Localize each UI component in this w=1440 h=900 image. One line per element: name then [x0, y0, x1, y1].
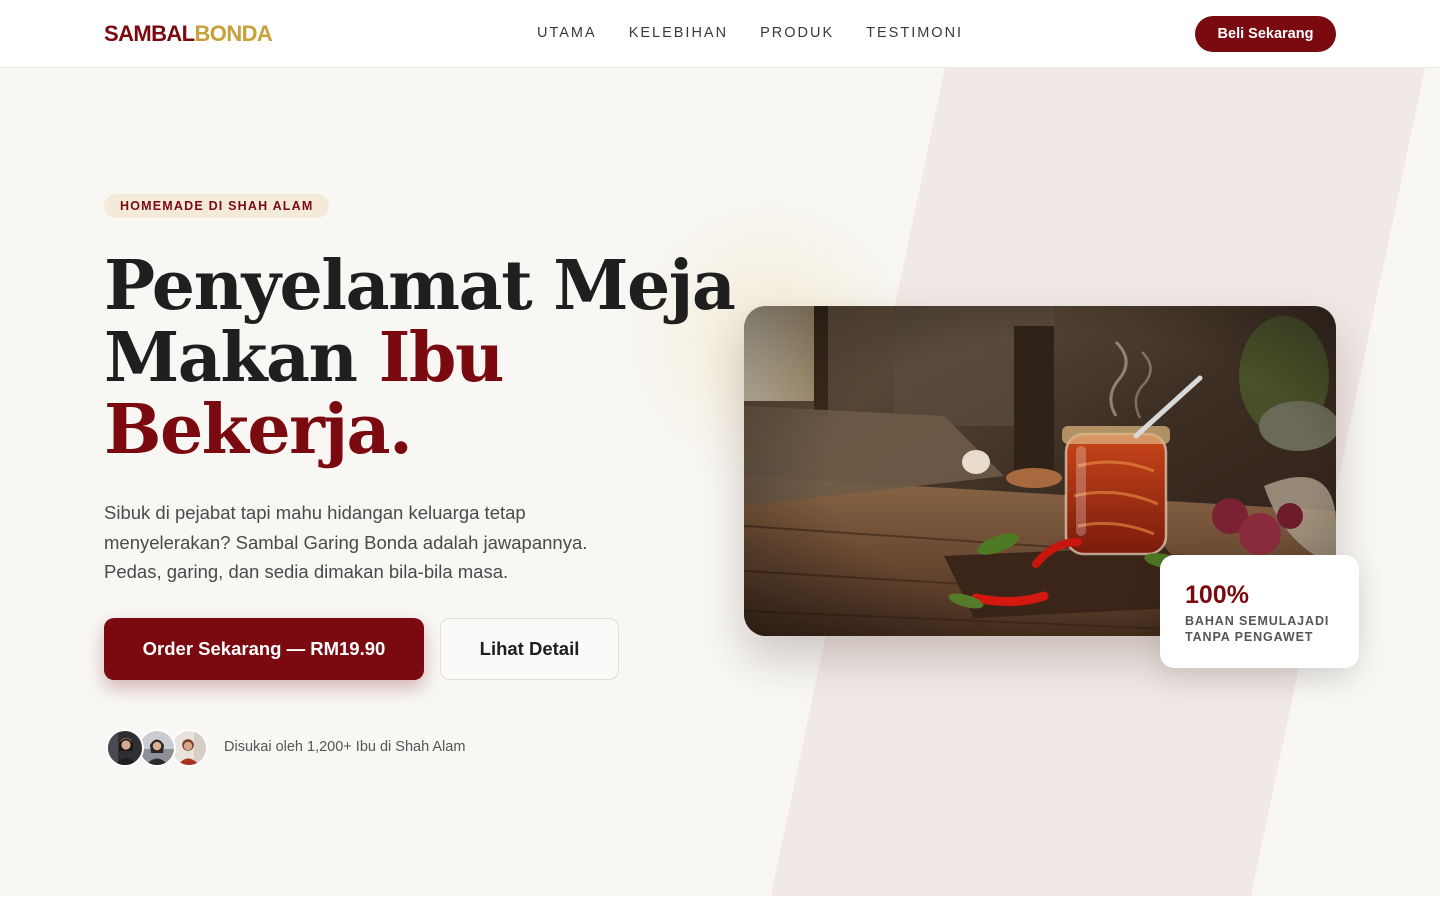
- nav-links: UTAMA KELEBIHAN PRODUK TESTIMONI: [537, 24, 963, 42]
- nav-link-produk[interactable]: PRODUK: [760, 24, 834, 42]
- headline-line2-plain: Makan: [104, 318, 379, 398]
- brand-logo-part2: BONDA: [194, 21, 273, 46]
- nav-link-kelebihan[interactable]: KELEBIHAN: [629, 24, 728, 42]
- customer-avatars: [106, 729, 210, 767]
- buy-now-button[interactable]: Beli Sekarang: [1195, 16, 1336, 52]
- stat-label-line2: TANPA PENGAWET: [1185, 630, 1314, 644]
- order-now-button[interactable]: Order Sekarang — RM19.90: [104, 618, 424, 680]
- location-badge: HOMEMADE DI SHAH ALAM: [104, 194, 330, 218]
- nav-link-testimoni[interactable]: TESTIMONI: [866, 24, 963, 42]
- top-navbar: SAMBALBONDA UTAMA KELEBIHAN PRODUK TESTI…: [0, 0, 1440, 68]
- stat-label-line1: BAHAN SEMULAJADI: [1185, 614, 1330, 628]
- brand-logo-part1: SAMBAL: [104, 21, 195, 46]
- headline-line1: Penyelamat Meja: [104, 246, 736, 326]
- view-details-button[interactable]: Lihat Detail: [440, 618, 619, 680]
- headline-line2-accent: Ibu: [378, 318, 505, 398]
- section-divider: [0, 896, 1440, 900]
- brand-logo[interactable]: SAMBALBONDA: [104, 20, 273, 48]
- natural-ingredients-card: 100% BAHAN SEMULAJADI TANPA PENGAWET: [1160, 555, 1359, 668]
- headline-line3-accent: Bekerja.: [104, 390, 413, 470]
- stat-label: BAHAN SEMULAJADI TANPA PENGAWET: [1185, 613, 1335, 645]
- nav-link-utama[interactable]: UTAMA: [537, 24, 597, 42]
- hero-headline: Penyelamat Meja Makan Ibu Bekerja.: [104, 250, 744, 466]
- avatar: [106, 729, 144, 767]
- stat-value: 100%: [1185, 581, 1249, 609]
- social-proof-text: Disukai oleh 1,200+ Ibu di Shah Alam: [224, 739, 466, 755]
- hero-description: Sibuk di pejabat tapi mahu hidangan kelu…: [104, 502, 588, 582]
